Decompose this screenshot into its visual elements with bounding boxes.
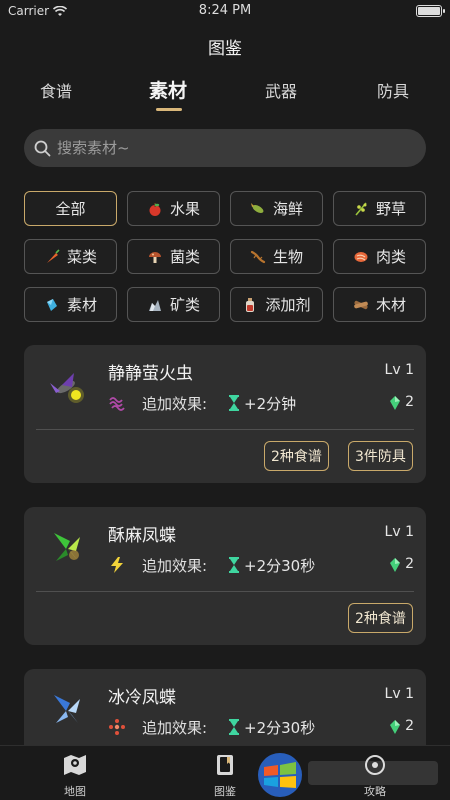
- nav-encyclopedia[interactable]: 图鉴: [185, 754, 265, 799]
- gem-count: 2: [405, 718, 414, 734]
- armor-tag[interactable]: 3件防具: [348, 441, 413, 471]
- material-card[interactable]: 静静萤火虫 Lv 1 追加效果: +2分钟 2 2种食谱 3件防具: [24, 345, 426, 483]
- chip-label: 水果: [169, 200, 200, 218]
- chip-all[interactable]: 全部: [24, 191, 117, 226]
- herb-icon: [355, 201, 367, 216]
- search-bar[interactable]: [24, 129, 426, 167]
- gem-icon: [390, 396, 400, 410]
- map-icon: [64, 755, 86, 775]
- chip-additives[interactable]: 添加剂: [230, 287, 323, 322]
- chip-label: 菌类: [169, 248, 200, 266]
- chip-meat[interactable]: 肉类: [333, 239, 426, 274]
- status-bar: Carrier 8:24 PM: [0, 0, 450, 22]
- material-card[interactable]: 酥麻凤蝶 Lv 1 追加效果: +2分30秒 2 2种食谱: [24, 507, 426, 645]
- lightning-icon: [111, 557, 123, 573]
- material-level: Lv 1: [384, 362, 414, 378]
- card-divider: [36, 429, 414, 430]
- chip-creatures[interactable]: 生物: [230, 239, 323, 274]
- carrot-icon: [46, 248, 60, 263]
- chip-label: 矿类: [169, 296, 200, 314]
- effect-label: 追加效果:: [142, 719, 208, 737]
- tab-materials[interactable]: 素材: [128, 76, 208, 103]
- hourglass-icon: [229, 395, 239, 411]
- fish-icon: [250, 202, 264, 213]
- chip-label: 野草: [375, 200, 406, 218]
- chip-label: 木材: [375, 296, 406, 314]
- tab-armor[interactable]: 防具: [353, 78, 433, 102]
- nav-encyclopedia-label: 图鉴: [214, 785, 236, 798]
- firefly-thumbnail: [50, 373, 84, 403]
- status-time: 8:24 PM: [198, 3, 252, 18]
- recipes-tag[interactable]: 2种食谱: [264, 441, 329, 471]
- gem-icon: [390, 720, 400, 734]
- tab-weapons[interactable]: 武器: [241, 78, 321, 102]
- bottom-nav: 地图 图鉴 攻略: [0, 745, 450, 800]
- butterfly-thumbnail: [54, 695, 80, 723]
- gem-icon: [390, 558, 400, 572]
- bottle-icon: [246, 297, 255, 312]
- chip-label: 素材: [66, 296, 97, 314]
- material-name: 静静萤火虫: [108, 364, 193, 384]
- book-icon: [217, 755, 233, 775]
- ore-icon: [148, 299, 161, 311]
- meat-icon: [354, 251, 368, 262]
- category-tabs: 食谱 素材 武器 防具: [0, 78, 450, 118]
- chip-materials[interactable]: 素材: [24, 287, 117, 322]
- chip-label: 肉类: [375, 248, 406, 266]
- gem-count: 2: [405, 394, 414, 410]
- effect-value: +2分30秒: [244, 719, 316, 737]
- card-divider: [36, 591, 414, 592]
- search-input[interactable]: [57, 139, 387, 157]
- hourglass-icon: [229, 719, 239, 735]
- apple-icon: [149, 202, 161, 216]
- active-tab-indicator: [156, 108, 182, 111]
- chip-wood[interactable]: 木材: [333, 287, 426, 322]
- nav-guide[interactable]: 攻略: [335, 754, 415, 799]
- hourglass-icon: [229, 557, 239, 573]
- nav-map[interactable]: 地图: [35, 754, 115, 799]
- chip-label: 添加剂: [265, 296, 311, 314]
- chip-vegetables[interactable]: 菜类: [24, 239, 117, 274]
- crystal-icon: [46, 298, 57, 311]
- chip-herbs[interactable]: 野草: [333, 191, 426, 226]
- gem-count: 2: [405, 556, 414, 572]
- nav-map-label: 地图: [64, 785, 86, 798]
- tab-recipes[interactable]: 食谱: [16, 78, 96, 102]
- chip-label: 全部: [55, 200, 86, 218]
- chip-label: 菜类: [66, 248, 97, 266]
- wood-icon: [354, 300, 368, 309]
- nav-guide-label: 攻略: [364, 785, 386, 798]
- chip-fruit[interactable]: 水果: [127, 191, 220, 226]
- butterfly-thumbnail: [54, 533, 80, 561]
- effect-value: +2分30秒: [244, 557, 316, 575]
- chip-ores[interactable]: 矿类: [127, 287, 220, 322]
- battery-icon: [416, 5, 445, 17]
- material-level: Lv 1: [384, 686, 414, 702]
- lizard-icon: [250, 250, 266, 263]
- search-icon: [34, 140, 51, 156]
- mushroom-icon: [148, 251, 161, 263]
- cold-resist-icon: [109, 719, 125, 735]
- material-level: Lv 1: [384, 524, 414, 540]
- material-name: 冰冷凤蝶: [108, 688, 176, 708]
- stealth-wave-icon: [109, 397, 125, 411]
- chip-seafood[interactable]: 海鲜: [230, 191, 323, 226]
- material-name: 酥麻凤蝶: [108, 526, 176, 546]
- page-title: 图鉴: [208, 39, 242, 59]
- chip-label: 海鲜: [272, 200, 303, 218]
- guide-icon: [365, 755, 385, 775]
- effect-label: 追加效果:: [142, 395, 208, 413]
- recipes-tag[interactable]: 2种食谱: [348, 603, 413, 633]
- chip-fungi[interactable]: 菌类: [127, 239, 220, 274]
- effect-label: 追加效果:: [142, 557, 208, 575]
- effect-value: +2分钟: [244, 395, 297, 413]
- chip-label: 生物: [272, 248, 303, 266]
